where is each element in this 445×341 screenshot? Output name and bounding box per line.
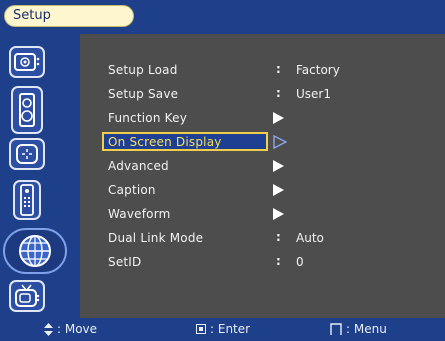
remote-icon [20,184,34,216]
menu-key-icon [330,323,342,335]
audio-icon [19,93,35,127]
sidebar-item-audio[interactable] [11,86,43,134]
menu-row-colon: : [276,230,281,244]
status-enter-label: : Enter [210,322,251,336]
menu-row-value: Factory [296,63,340,77]
status-move: : Move [44,322,97,336]
submenu-arrow-outline-icon [273,135,287,149]
status-bar: : Move : Enter : Menu [0,318,445,341]
sidebar-item-picture[interactable] [9,46,45,78]
status-menu-label: : Menu [346,322,387,336]
menu-row-label: Advanced [108,159,169,173]
menu-row-value: User1 [296,87,331,101]
page-title: Setup [4,5,134,27]
sidebar-item-tv[interactable] [9,280,45,312]
menu-row-setid[interactable]: SetID : 0 [80,251,445,273]
menu-row-advanced[interactable]: Advanced [80,155,445,177]
sidebar-item-globe[interactable] [3,228,67,274]
menu-row-colon: : [276,62,281,76]
tv-icon [15,284,40,307]
menu-row-dual-link-mode[interactable]: Dual Link Mode : Auto [80,227,445,249]
up-down-arrow-icon [44,322,53,336]
menu-row-colon: : [276,86,281,100]
osd-screen: Setup Setup Load: Factory Setup Save: … [0,0,445,341]
menu-row-label: Function Key [108,111,188,125]
menu-row-value: 0 [296,255,304,269]
menu-row-label: Setup Load [108,63,178,77]
status-enter: : Enter [196,322,250,336]
sidebar [0,34,80,318]
title-bar: Setup [0,0,445,34]
menu-row-label: Dual Link Mode [108,231,204,245]
menu-row-function-key[interactable]: Function Key [80,107,445,129]
menu-row-on-screen-display[interactable]: On Screen Display [80,131,445,153]
menu-row-value: Auto [296,231,324,245]
menu-row-colon: : [276,254,281,268]
globe-icon [19,235,51,267]
submenu-arrow-icon [273,112,284,124]
sidebar-item-setup[interactable] [9,138,45,170]
menu-row-label: On Screen Display [108,135,222,149]
menu-row-label: Setup Save [108,87,179,101]
enter-key-icon [196,324,206,334]
status-move-label: : Move [57,322,98,336]
status-menu: : Menu [330,322,387,336]
menu-row-caption[interactable]: Caption [80,179,445,201]
menu-row-setup-load[interactable]: Setup Load : Factory [80,59,445,81]
menu-row-label: SetID [108,255,142,269]
menu-row-setup-save[interactable]: Setup Save : User1 [80,83,445,105]
sidebar-item-remote[interactable] [13,180,41,220]
setup-icon [16,144,38,164]
menu-row-label: Caption [108,183,156,197]
submenu-arrow-icon [273,208,284,220]
menu-panel: Setup Load : Factory Setup Save : User1 … [80,34,445,318]
submenu-arrow-icon [273,160,284,172]
picture-icon [14,53,40,71]
submenu-arrow-icon [273,184,284,196]
menu-row-label: Waveform [108,207,171,221]
menu-row-waveform[interactable]: Waveform [80,203,445,225]
